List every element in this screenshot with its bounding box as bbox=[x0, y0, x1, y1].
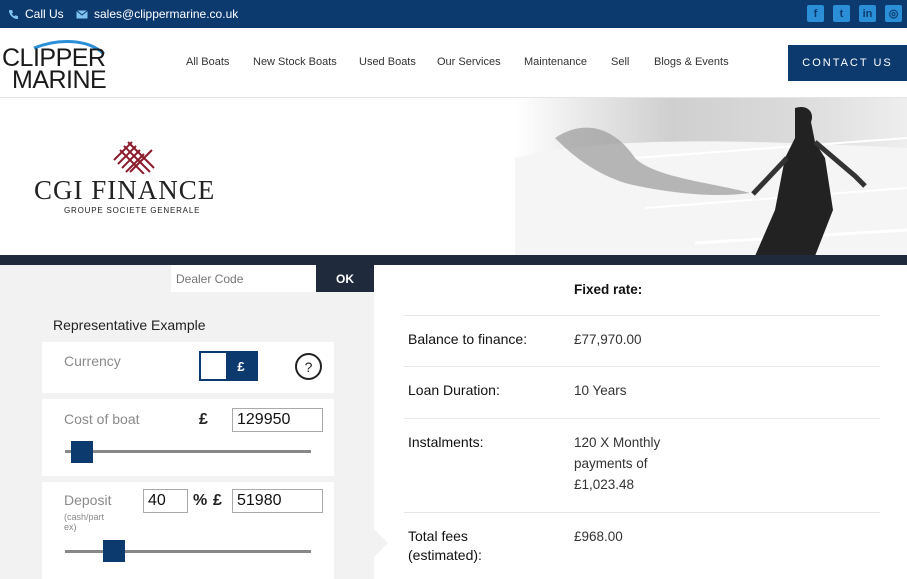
results-divider bbox=[404, 418, 880, 419]
yacht-woman-image bbox=[515, 106, 907, 256]
deposit-slider-track[interactable] bbox=[65, 550, 311, 553]
fixed-rate-label: Fixed rate: bbox=[574, 282, 643, 297]
call-us-link[interactable]: Call Us bbox=[8, 7, 64, 21]
instalments-value: 120 X Monthly payments of £1,023.48 bbox=[574, 435, 661, 492]
instagram-icon[interactable]: ◎ bbox=[885, 5, 902, 22]
panel-pointer bbox=[374, 529, 388, 557]
deposit-currency-symbol: £ bbox=[213, 492, 222, 509]
cgi-finance-brand: CGI FINANCE bbox=[34, 175, 216, 205]
cost-slider-thumb[interactable] bbox=[71, 441, 93, 463]
linkedin-icon[interactable]: in bbox=[859, 5, 876, 22]
twitter-icon[interactable]: t bbox=[833, 5, 850, 22]
phone-icon bbox=[8, 9, 19, 20]
email-icon bbox=[76, 9, 88, 19]
nav-new-stock-boats[interactable]: New Stock Boats bbox=[253, 56, 337, 68]
email-address: sales@clippermarine.co.uk bbox=[94, 7, 239, 21]
cost-slider-track[interactable] bbox=[65, 450, 311, 453]
deposit-slider-thumb[interactable] bbox=[103, 540, 125, 562]
balance-to-finance-value: £77,970.00 bbox=[574, 332, 642, 347]
nav-all-boats[interactable]: All Boats bbox=[186, 56, 229, 68]
clipper-marine-logo[interactable]: CLIPPER MARINE bbox=[2, 36, 107, 94]
representative-example-title: Representative Example bbox=[53, 317, 206, 333]
top-bar: Call Us sales@clippermarine.co.uk f t in… bbox=[0, 0, 907, 28]
currency-label: Currency bbox=[64, 353, 121, 369]
contact-us-button[interactable]: CONTACT US bbox=[788, 45, 907, 81]
loan-duration-value: 10 Years bbox=[574, 383, 627, 398]
nav-our-services[interactable]: Our Services bbox=[437, 56, 501, 68]
loan-duration-label: Loan Duration: bbox=[408, 382, 500, 398]
deposit-amount-input[interactable]: 51980 bbox=[232, 489, 323, 513]
total-fees-value: £968.00 bbox=[574, 529, 623, 544]
nav-used-boats[interactable]: Used Boats bbox=[359, 56, 416, 68]
cost-of-boat-label: Cost of boat bbox=[64, 411, 140, 427]
email-link[interactable]: sales@clippermarine.co.uk bbox=[76, 7, 238, 21]
deposit-sublabel: (cash/part ex) bbox=[64, 512, 105, 532]
results-divider bbox=[404, 366, 880, 367]
banner-photo bbox=[515, 98, 907, 256]
cost-of-boat-input[interactable]: 129950 bbox=[232, 408, 323, 432]
balance-to-finance-label: Balance to finance: bbox=[408, 331, 528, 347]
percent-symbol: % bbox=[193, 492, 208, 509]
help-icon[interactable]: ? bbox=[295, 353, 322, 380]
nav-maintenance[interactable]: Maintenance bbox=[524, 56, 587, 68]
currency-toggle[interactable]: £ bbox=[199, 351, 258, 381]
deposit-percent-input[interactable]: 40 bbox=[143, 489, 188, 513]
nav-sell[interactable]: Sell bbox=[611, 56, 629, 68]
results-divider bbox=[404, 315, 880, 316]
nav-blogs-events[interactable]: Blogs & Events bbox=[654, 56, 729, 68]
instalments-label: Instalments: bbox=[408, 434, 484, 450]
call-us-label: Call Us bbox=[25, 7, 64, 21]
total-fees-label: Total fees (estimated): bbox=[408, 528, 482, 563]
cgi-finance-tagline: GROUPE SOCIETE GENERALE bbox=[64, 206, 201, 215]
deposit-label: Deposit bbox=[64, 492, 112, 508]
logo-line2: MARINE bbox=[12, 66, 107, 94]
dealer-code-input[interactable] bbox=[171, 265, 317, 292]
dealer-ok-button[interactable]: OK bbox=[316, 265, 374, 292]
cgi-finance-logo-mark bbox=[113, 141, 155, 174]
results-divider bbox=[404, 512, 880, 513]
site-header: CLIPPER MARINE All Boats New Stock Boats… bbox=[0, 28, 907, 98]
currency-toggle-knob: £ bbox=[226, 353, 256, 379]
cost-currency-symbol: £ bbox=[199, 411, 208, 428]
facebook-icon[interactable]: f bbox=[807, 5, 824, 22]
banner-divider bbox=[0, 255, 907, 265]
